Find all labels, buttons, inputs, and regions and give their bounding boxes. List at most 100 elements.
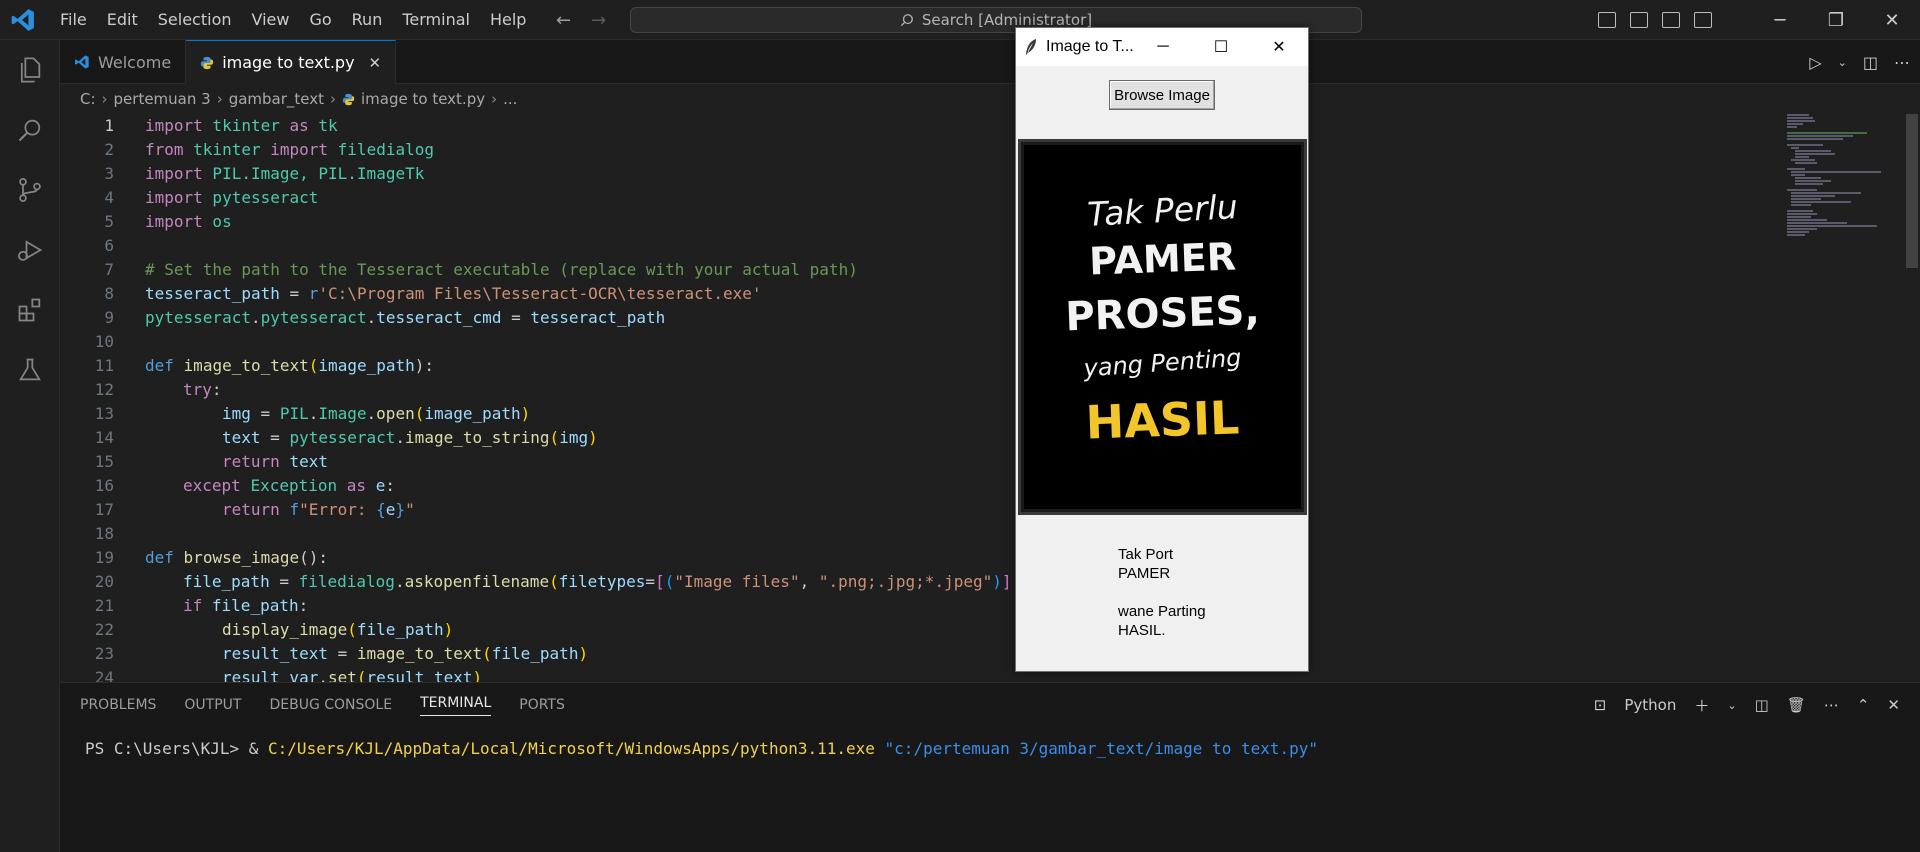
code-token: pytesseract [289,428,396,447]
breadcrumb-symbol[interactable]: ... [503,90,517,108]
result-line: PAMER [1118,565,1171,582]
line-number: 13 [94,404,114,423]
line-number: 24 [94,668,114,682]
code-token: . [395,428,406,447]
tab-ports[interactable]: PORTS [519,697,565,713]
restore-button[interactable]: ❐ [1808,0,1864,40]
trash-icon[interactable]: 🗑 [1787,696,1806,714]
editor-tabs: Welcome image to text.py ✕ ▷ ⌄ ◫ ⋯ [60,40,1920,84]
browse-image-button[interactable]: Browse Image [1109,80,1215,110]
search-icon[interactable] [0,100,60,160]
code-token: image_to_string [405,428,550,447]
menu-terminal[interactable]: Terminal [392,0,480,40]
customize-layout-icon[interactable] [1694,12,1712,28]
tab-debug-console[interactable]: DEBUG CONSOLE [269,697,392,713]
code-line: 14 text = pytesseract.image_to_string(img… [60,426,1860,450]
code-line: 1 import tkinter as tk [60,114,1860,138]
code-editor[interactable]: 1 import tkinter as tk 2 from tkinter impo… [60,114,1920,682]
image-text-line: PAMER [1088,234,1237,284]
code-token: Exception [250,476,338,495]
testing-icon[interactable] [0,340,60,400]
breadcrumb-folder[interactable]: pertemuan 3 [114,90,211,108]
code-token: . [366,308,377,327]
tk-close-button[interactable]: ✕ [1250,28,1308,66]
menu-go[interactable]: Go [299,0,341,40]
forward-arrow-icon[interactable]: → [591,10,606,31]
more-actions-icon[interactable]: ⋯ [1894,53,1910,72]
code-token: ) [472,668,483,682]
line-number: 6 [104,236,114,255]
code-token: try [183,380,212,399]
result-line: Tak Port [1118,546,1174,563]
close-panel-icon[interactable]: ✕ [1887,696,1900,714]
code-line: 17 return f"Error: {e}" [60,498,1860,522]
menu-view[interactable]: View [242,0,300,40]
back-arrow-icon[interactable]: ← [556,10,571,31]
code-token: { [376,500,386,519]
breadcrumb-file[interactable]: image to text.py [361,90,485,108]
code-token: r [308,284,319,303]
split-terminal-icon[interactable]: ◫ [1755,696,1769,714]
code-token: = [645,572,656,591]
terminal-output[interactable]: PS C:\Users\KJL> & C:/Users/KJL/AppData/… [85,739,1318,758]
run-python-file-icon[interactable]: ▷ [1809,53,1821,72]
menu-edit[interactable]: Edit [97,0,148,40]
tab-terminal[interactable]: TERMINAL [420,695,492,716]
image-text-highlight: HASIL [1084,390,1241,450]
tk-minimize-button[interactable]: ─ [1134,28,1192,66]
menu-help[interactable]: Help [480,0,536,40]
code-token: text [222,428,261,447]
menu-file[interactable]: File [50,0,97,40]
close-button[interactable]: ✕ [1864,0,1920,40]
code-token: PIL.Image, PIL.ImageTk [202,164,425,183]
code-token: tesseract_path [530,308,666,327]
minimize-button[interactable]: ─ [1752,0,1808,40]
code-comment: # Set the path to the Tesseract executab… [145,260,858,279]
editor-scrollbar[interactable] [1904,114,1918,682]
chevron-right-icon: › [330,90,336,108]
code-token: browse_image [183,548,300,567]
extensions-icon[interactable] [0,280,60,340]
terminal-name[interactable]: Python [1624,696,1676,714]
code-token: ( [664,572,675,591]
maximize-panel-icon[interactable]: ⌃ [1857,696,1870,714]
tab-problems[interactable]: PROBLEMS [80,697,156,713]
terminal-icon: ⊡ [1593,696,1607,714]
explorer-icon[interactable] [0,40,60,100]
toggle-panel-icon[interactable] [1630,12,1648,28]
tab-output[interactable]: OUTPUT [184,697,241,713]
code-token: image_to_text [183,356,309,375]
run-dropdown-icon[interactable]: ⌄ [1838,56,1847,69]
code-token: ) [443,620,454,639]
toggle-primary-sidebar-icon[interactable] [1598,12,1616,28]
split-editor-icon[interactable]: ◫ [1863,53,1878,72]
menu-run[interactable]: Run [342,0,393,40]
close-tab-icon[interactable]: ✕ [369,54,382,72]
breadcrumb-folder[interactable]: gambar_text [229,90,324,108]
code-token: = [260,428,290,447]
new-terminal-icon[interactable]: ＋ [1694,695,1709,716]
chevron-right-icon: › [491,90,498,108]
tab-image-to-text[interactable]: image to text.py ✕ [186,40,397,84]
tk-maximize-button[interactable]: ☐ [1192,28,1250,66]
scrollbar-thumb[interactable] [1906,114,1918,268]
chevron-down-icon[interactable]: ⌄ [1727,699,1736,712]
tab-welcome[interactable]: Welcome [60,40,187,84]
minimap[interactable] [1787,114,1897,254]
line-number: 11 [94,356,114,375]
toggle-secondary-sidebar-icon[interactable] [1662,12,1680,28]
code-token: return [222,500,280,519]
image-text-line: Tak Perlu [1086,187,1239,234]
python-file-icon [342,93,355,105]
source-control-icon[interactable] [0,160,60,220]
run-and-debug-icon[interactable] [0,220,60,280]
breadcrumb-drive[interactable]: C: [80,90,96,108]
code-token: Image [318,404,367,423]
chevron-right-icon: › [216,90,223,108]
line-number: 19 [94,548,114,567]
more-actions-icon[interactable]: ⋯ [1824,696,1839,714]
menu-selection[interactable]: Selection [148,0,242,40]
